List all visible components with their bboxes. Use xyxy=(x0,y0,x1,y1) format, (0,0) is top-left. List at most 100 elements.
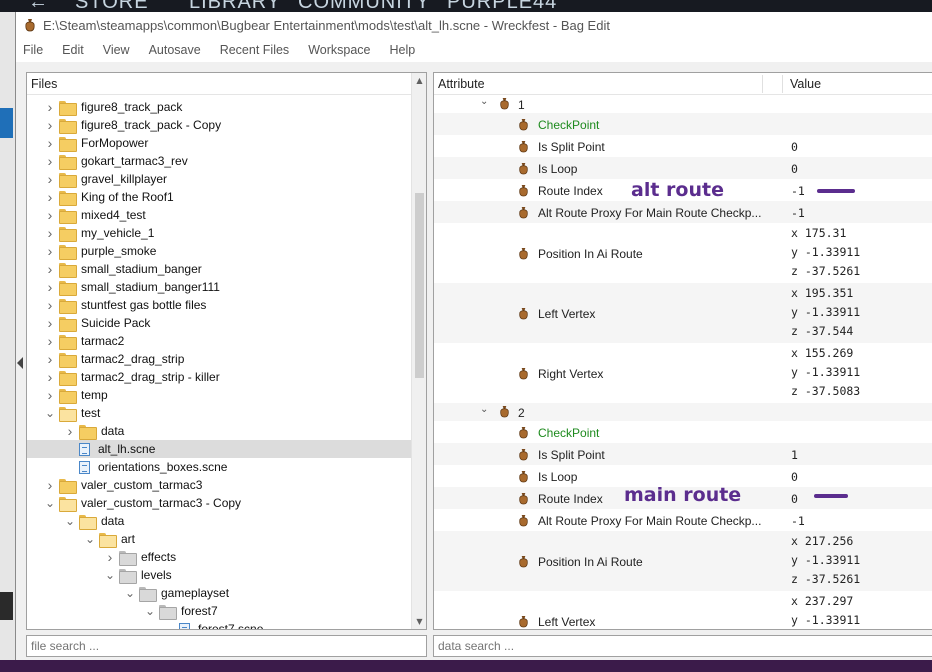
attribute-value[interactable]: x 217.256 xyxy=(791,534,853,548)
tree-file-item[interactable]: alt_lh.scne xyxy=(27,440,411,458)
attribute-value[interactable]: 1 xyxy=(791,448,798,462)
tree-folder-item[interactable]: › figure8_track_pack - Copy xyxy=(27,116,411,134)
attribute-value[interactable]: 0 xyxy=(791,140,798,154)
chevron-down-icon[interactable]: ⌄ xyxy=(85,530,95,548)
file-search-input[interactable] xyxy=(26,635,427,657)
attribute-row[interactable]: Position In Ai Route x 217.256 y -1.33911 z… xyxy=(434,531,932,591)
chevron-down-icon[interactable]: ⌄ xyxy=(480,96,488,107)
attribute-row[interactable]: Is Split Point 0 xyxy=(434,135,932,157)
chevron-right-icon[interactable]: › xyxy=(45,314,55,332)
attribute-value[interactable]: x 195.351 xyxy=(791,286,853,300)
files-scrollbar[interactable]: ▲ ▼ xyxy=(411,73,426,629)
attribute-value[interactable]: -1 xyxy=(791,206,805,220)
tree-file-item[interactable]: orientations_boxes.scne xyxy=(27,458,411,476)
chevron-down-icon[interactable]: ⌄ xyxy=(45,404,55,422)
attribute-row[interactable]: Alt Route Proxy For Main Route Checkp...… xyxy=(434,201,932,223)
chevron-right-icon[interactable]: › xyxy=(45,386,55,404)
menu-file[interactable]: File xyxy=(23,43,43,57)
chevron-right-icon[interactable]: › xyxy=(45,170,55,188)
chevron-right-icon[interactable]: › xyxy=(45,224,55,242)
attribute-value[interactable]: z -37.5261 xyxy=(791,264,860,278)
tree-folder-item[interactable]: ⌄ art xyxy=(27,530,411,548)
attribute-value[interactable]: x 237.297 xyxy=(791,594,853,608)
attribute-value[interactable]: z -37.5261 xyxy=(791,572,860,586)
scroll-down-arrow-icon[interactable]: ▼ xyxy=(412,614,426,629)
chevron-down-icon[interactable]: ⌄ xyxy=(480,404,488,415)
collapse-left-arrow-icon[interactable] xyxy=(17,357,23,369)
attribute-row[interactable]: Left Vertex x 195.351 y -1.33911 z -37.544 xyxy=(434,283,932,343)
tree-folder-item[interactable]: ⌄ levels xyxy=(27,566,411,584)
tree-folder-item[interactable]: › gokart_tarmac3_rev xyxy=(27,152,411,170)
tree-folder-item[interactable]: ⌄ forest7 xyxy=(27,602,411,620)
chevron-right-icon[interactable]: › xyxy=(45,476,55,494)
attribute-group-row[interactable]: ⌄ 1 xyxy=(434,95,932,113)
tree-folder-item[interactable]: ⌄ gameplayset xyxy=(27,584,411,602)
chevron-right-icon[interactable]: › xyxy=(45,152,55,170)
column-value[interactable]: Value xyxy=(790,77,821,91)
scroll-up-arrow-icon[interactable]: ▲ xyxy=(412,73,426,88)
tree-folder-item[interactable]: › figure8_track_pack xyxy=(27,98,411,116)
tree-folder-item[interactable]: › gravel_killplayer xyxy=(27,170,411,188)
chevron-down-icon[interactable]: ⌄ xyxy=(105,566,115,584)
attribute-value[interactable]: y -1.33911 xyxy=(791,613,860,627)
attribute-row[interactable]: CheckPoint xyxy=(434,113,932,135)
chevron-down-icon[interactable]: ⌄ xyxy=(65,512,75,530)
chevron-right-icon[interactable]: › xyxy=(45,332,55,350)
attribute-value[interactable]: -1 xyxy=(791,184,805,198)
tree-folder-item[interactable]: › effects xyxy=(27,548,411,566)
attribute-value[interactable]: z -37.5083 xyxy=(791,384,860,398)
chevron-right-icon[interactable]: › xyxy=(45,278,55,296)
chevron-right-icon[interactable]: › xyxy=(45,116,55,134)
tree-folder-item[interactable]: › ForMopower xyxy=(27,134,411,152)
column-separator[interactable] xyxy=(782,75,783,93)
menu-recent-files[interactable]: Recent Files xyxy=(220,43,289,57)
attribute-row[interactable]: Position In Ai Route x 175.31 y -1.33911 z … xyxy=(434,223,932,283)
attribute-value[interactable]: x 155.269 xyxy=(791,346,853,360)
chevron-right-icon[interactable]: › xyxy=(45,206,55,224)
tree-folder-item[interactable]: › tarmac2 xyxy=(27,332,411,350)
tree-folder-item[interactable]: ⌄ test xyxy=(27,404,411,422)
attribute-value[interactable]: z -37.544 xyxy=(791,324,853,338)
chevron-right-icon[interactable]: › xyxy=(45,242,55,260)
tree-folder-item[interactable]: › tarmac2_drag_strip - killer xyxy=(27,368,411,386)
chevron-right-icon[interactable]: › xyxy=(45,188,55,206)
data-search-input[interactable] xyxy=(433,635,932,657)
attribute-row[interactable]: Is Loop 0 xyxy=(434,157,932,179)
attribute-value[interactable]: y -1.33911 xyxy=(791,305,860,319)
chevron-right-icon[interactable]: › xyxy=(45,260,55,278)
tree-folder-item[interactable]: ⌄ valer_custom_tarmac3 - Copy xyxy=(27,494,411,512)
tree-folder-item[interactable]: › small_stadium_banger111 xyxy=(27,278,411,296)
attribute-value[interactable]: y -1.33911 xyxy=(791,553,860,567)
tree-folder-item[interactable]: › purple_smoke xyxy=(27,242,411,260)
tree-folder-item[interactable]: › my_vehicle_1 xyxy=(27,224,411,242)
tree-folder-item[interactable]: › valer_custom_tarmac3 xyxy=(27,476,411,494)
menu-edit[interactable]: Edit xyxy=(62,43,84,57)
chevron-right-icon[interactable]: › xyxy=(45,368,55,386)
chevron-down-icon[interactable]: ⌄ xyxy=(145,602,155,620)
chevron-right-icon[interactable]: › xyxy=(45,98,55,116)
attribute-value[interactable]: y -1.33911 xyxy=(791,365,860,379)
chevron-right-icon[interactable]: › xyxy=(45,296,55,314)
tree-folder-item[interactable]: › King of the Roof1 xyxy=(27,188,411,206)
attribute-row[interactable]: Right Vertex x 155.269 y -1.33911 z -37.508… xyxy=(434,343,932,403)
chevron-right-icon[interactable]: › xyxy=(45,134,55,152)
attribute-value[interactable]: 0 xyxy=(791,162,798,176)
attribute-value[interactable]: -1 xyxy=(791,514,805,528)
column-separator[interactable] xyxy=(762,75,763,93)
tree-folder-item[interactable]: › mixed4_test xyxy=(27,206,411,224)
attribute-value[interactable]: 0 xyxy=(791,492,798,506)
attribute-value[interactable]: y -1.33911 xyxy=(791,245,860,259)
menu-workspace[interactable]: Workspace xyxy=(308,43,370,57)
attribute-row[interactable]: Left Vertex x 237.297 y -1.33911 xyxy=(434,591,932,629)
chevron-down-icon[interactable]: ⌄ xyxy=(125,584,135,602)
attribute-value[interactable]: x 175.31 xyxy=(791,226,846,240)
menu-autosave[interactable]: Autosave xyxy=(149,43,201,57)
chevron-right-icon[interactable]: › xyxy=(65,422,75,440)
menu-help[interactable]: Help xyxy=(389,43,415,57)
tree-folder-item[interactable]: ⌄ data xyxy=(27,512,411,530)
tree-file-item[interactable]: forest7.scne xyxy=(27,620,411,629)
tree-folder-item[interactable]: › tarmac2_drag_strip xyxy=(27,350,411,368)
chevron-right-icon[interactable]: › xyxy=(45,350,55,368)
attribute-row[interactable]: CheckPoint xyxy=(434,421,932,443)
tree-folder-item[interactable]: › stuntfest gas bottle files xyxy=(27,296,411,314)
